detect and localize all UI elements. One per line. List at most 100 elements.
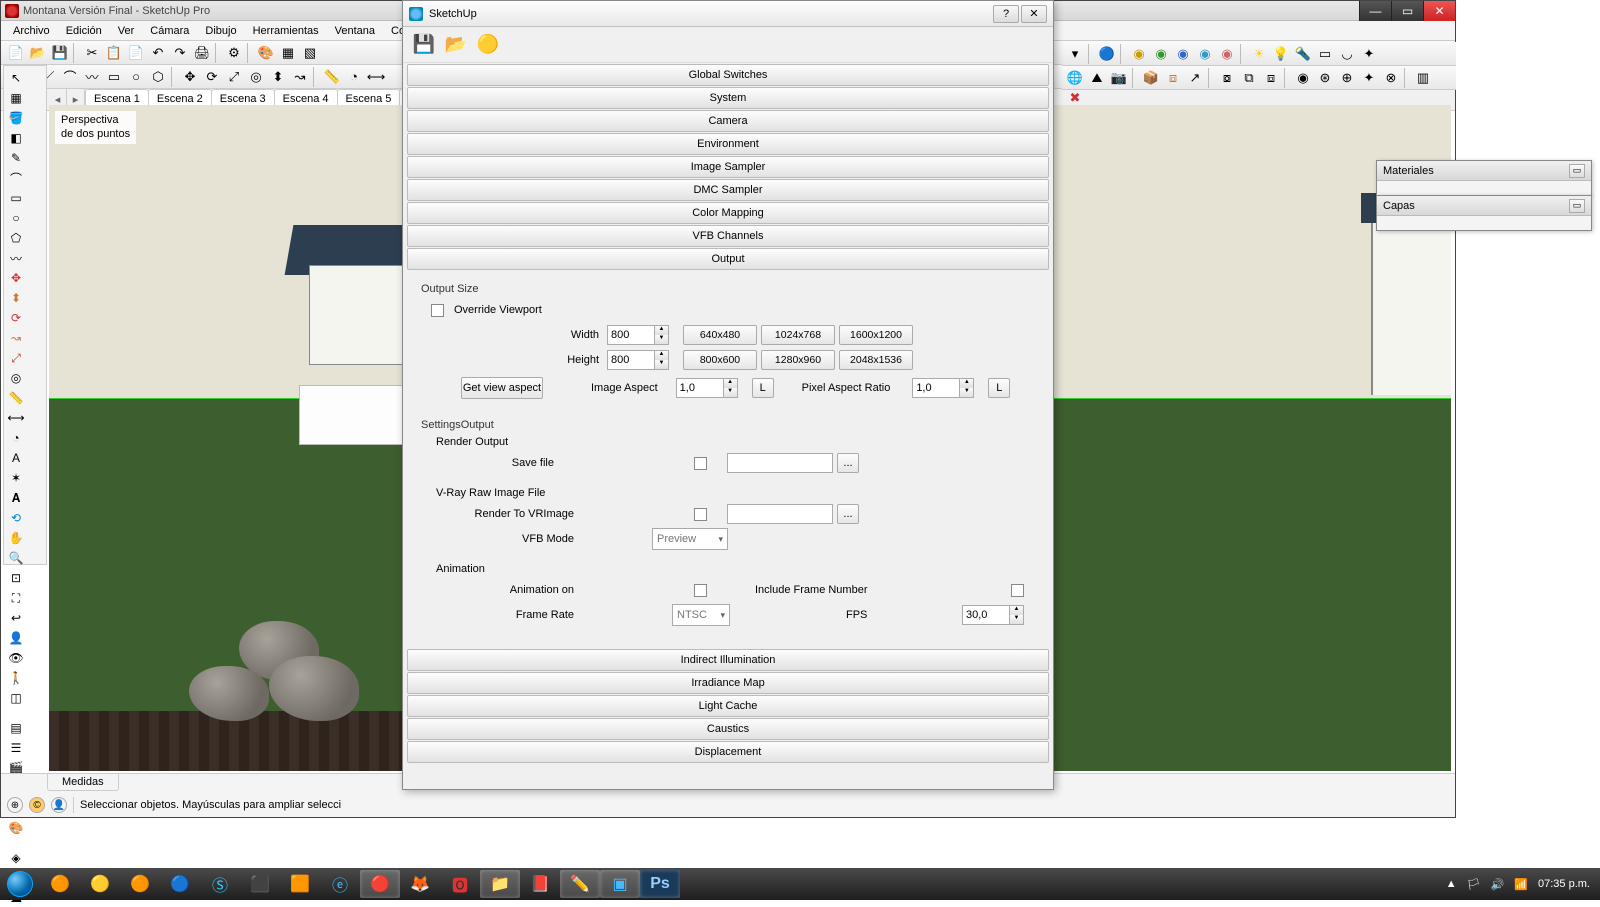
offset-tool-icon[interactable]: ◎ <box>7 369 25 387</box>
solid-intersect-icon[interactable]: ⧉ <box>1239 68 1259 88</box>
dialog-close-button[interactable]: ✕ <box>1021 5 1047 23</box>
height-input[interactable] <box>607 350 655 370</box>
circle-tool-icon[interactable]: ○ <box>7 209 25 227</box>
spin-up[interactable]: ▲ <box>724 379 737 388</box>
spin-down[interactable]: ▼ <box>724 388 737 397</box>
rollup-camera[interactable]: Camera <box>407 110 1049 132</box>
delete-icon[interactable]: ✖ <box>1065 88 1085 108</box>
task-app-4[interactable]: 🔵 <box>160 870 200 898</box>
model-info-icon[interactable]: ⚙ <box>224 43 244 63</box>
load-settings-icon[interactable]: 📂 <box>443 32 469 58</box>
task-app-3[interactable]: 🟠 <box>120 870 160 898</box>
layers-titlebar[interactable]: Capas ▭ <box>1377 196 1591 216</box>
rect-tool-icon[interactable]: ▭ <box>7 189 25 207</box>
save-file-checkbox[interactable] <box>694 457 707 470</box>
vfb-mode-combo[interactable]: Preview <box>652 528 728 550</box>
vray-help-icon[interactable]: ◉ <box>1195 44 1215 64</box>
image-aspect-input[interactable] <box>676 378 724 398</box>
section-icon[interactable]: ◫ <box>7 689 25 707</box>
rollup-displacement[interactable]: Displacement <box>407 741 1049 763</box>
redo-icon[interactable]: ↷ <box>170 43 190 63</box>
save-file-browse-button[interactable]: ... <box>837 453 859 473</box>
task-sketchup[interactable]: ✏️ <box>560 870 600 898</box>
task-firefox[interactable]: 🦊 <box>400 870 440 898</box>
spin-down[interactable]: ▼ <box>655 360 668 369</box>
task-app-5[interactable]: ⬛ <box>240 870 280 898</box>
style-2-icon[interactable]: ⊛ <box>1315 68 1335 88</box>
solid-union-icon[interactable]: ⧇ <box>1217 68 1237 88</box>
previous-icon[interactable]: ↩ <box>7 609 25 627</box>
signin-icon[interactable]: 👤 <box>51 797 67 813</box>
image-aspect-spinner[interactable]: ▲▼ <box>676 378 738 398</box>
save-icon[interactable]: 💾 <box>50 43 70 63</box>
styles-icon[interactable]: 🎨 <box>7 819 25 837</box>
task-chrome[interactable]: 🔴 <box>360 870 400 898</box>
terrain-icon[interactable]: ⛰ <box>1087 68 1107 88</box>
wireframe-icon[interactable]: ▦ <box>278 43 298 63</box>
sun-icon[interactable]: ☀ <box>1249 44 1269 64</box>
include-frame-checkbox[interactable] <box>1011 584 1024 597</box>
rectangle-icon[interactable]: ▭ <box>104 67 124 87</box>
materials-collapse-button[interactable]: ▭ <box>1569 164 1585 178</box>
style-1-icon[interactable]: ◉ <box>1293 68 1313 88</box>
spin-up[interactable]: ▲ <box>960 379 973 388</box>
minimize-button[interactable]: — <box>1359 1 1391 21</box>
photo-icon[interactable]: 📷 <box>1109 68 1129 88</box>
component-icon[interactable]: ▦ <box>7 89 25 107</box>
paint-bucket-icon[interactable]: 🪣 <box>7 109 25 127</box>
line-tool-icon[interactable]: ✎ <box>7 149 25 167</box>
rollup-light-cache[interactable]: Light Cache <box>407 695 1049 717</box>
spin-up[interactable]: ▲ <box>655 326 668 335</box>
rollup-image-sampler[interactable]: Image Sampler <box>407 156 1049 178</box>
globe-icon[interactable]: 🌐 <box>1065 68 1085 88</box>
light-dome-icon[interactable]: ◡ <box>1337 44 1357 64</box>
rollup-global-switches[interactable]: Global Switches <box>407 64 1049 86</box>
vray-fb-icon[interactable]: ◉ <box>1173 44 1193 64</box>
look-around-icon[interactable]: 👁 <box>7 649 25 667</box>
render-vrimage-checkbox[interactable] <box>694 508 707 521</box>
style-4-icon[interactable]: ✦ <box>1359 68 1379 88</box>
spin-up[interactable]: ▲ <box>1010 606 1023 615</box>
menu-archivo[interactable]: Archivo <box>5 23 58 39</box>
materials-titlebar[interactable]: Materiales ▭ <box>1377 161 1591 181</box>
export-icon[interactable]: ↗ <box>1185 68 1205 88</box>
protractor-icon[interactable]: ◔ <box>344 67 364 87</box>
new-icon[interactable]: 📄 <box>6 43 26 63</box>
light-omni-icon[interactable]: 💡 <box>1271 44 1291 64</box>
rollup-caustics[interactable]: Caustics <box>407 718 1049 740</box>
medidas-tab[interactable]: Medidas <box>47 773 119 791</box>
materials-panel[interactable]: Materiales ▭ <box>1376 160 1592 196</box>
start-button[interactable] <box>0 868 40 900</box>
width-spinner[interactable]: ▲▼ <box>607 325 669 345</box>
3dtext-icon[interactable]: 𝐀 <box>7 489 25 507</box>
hidden-icon[interactable]: ▧ <box>300 43 320 63</box>
arc-icon[interactable]: ⌒ <box>60 67 80 87</box>
rollup-system[interactable]: System <box>407 87 1049 109</box>
geo-icon[interactable]: ⊕ <box>7 797 23 813</box>
vray-mat-icon[interactable]: ◉ <box>1129 44 1149 64</box>
task-app-2[interactable]: 🟡 <box>80 870 120 898</box>
rotate-icon[interactable]: ⟳ <box>202 67 222 87</box>
zoom-icon[interactable]: 🔍 <box>7 549 25 567</box>
paste-icon[interactable]: 📄 <box>126 43 146 63</box>
animation-on-checkbox[interactable] <box>694 584 707 597</box>
protractor-tool-icon[interactable]: ◔ <box>7 429 25 447</box>
move-icon[interactable]: ✥ <box>180 67 200 87</box>
spin-down[interactable]: ▼ <box>1010 615 1023 624</box>
vrimage-path-input[interactable] <box>727 504 833 524</box>
spin-down[interactable]: ▼ <box>960 388 973 397</box>
polygon-icon[interactable]: ⬡ <box>148 67 168 87</box>
walk-icon[interactable]: 🚶 <box>7 669 25 687</box>
pushpull-icon[interactable]: ⬍ <box>268 67 288 87</box>
followme-tool-icon[interactable]: ↝ <box>7 329 25 347</box>
menu-dibujo[interactable]: Dibujo <box>197 23 244 39</box>
tray-show-hidden-icon[interactable]: ▲ <box>1446 878 1457 890</box>
render-icon[interactable]: 🟡 <box>475 32 501 58</box>
rollup-color-mapping[interactable]: Color Mapping <box>407 202 1049 224</box>
rollup-output[interactable]: Output <box>407 248 1049 270</box>
copy-icon[interactable]: 📋 <box>104 43 124 63</box>
offset-icon[interactable]: ◎ <box>246 67 266 87</box>
select-tool-icon[interactable]: ↖ <box>7 69 25 87</box>
freehand-tool-icon[interactable]: 〰 <box>7 249 25 267</box>
boxes-icon[interactable]: ⧈ <box>1163 68 1183 88</box>
